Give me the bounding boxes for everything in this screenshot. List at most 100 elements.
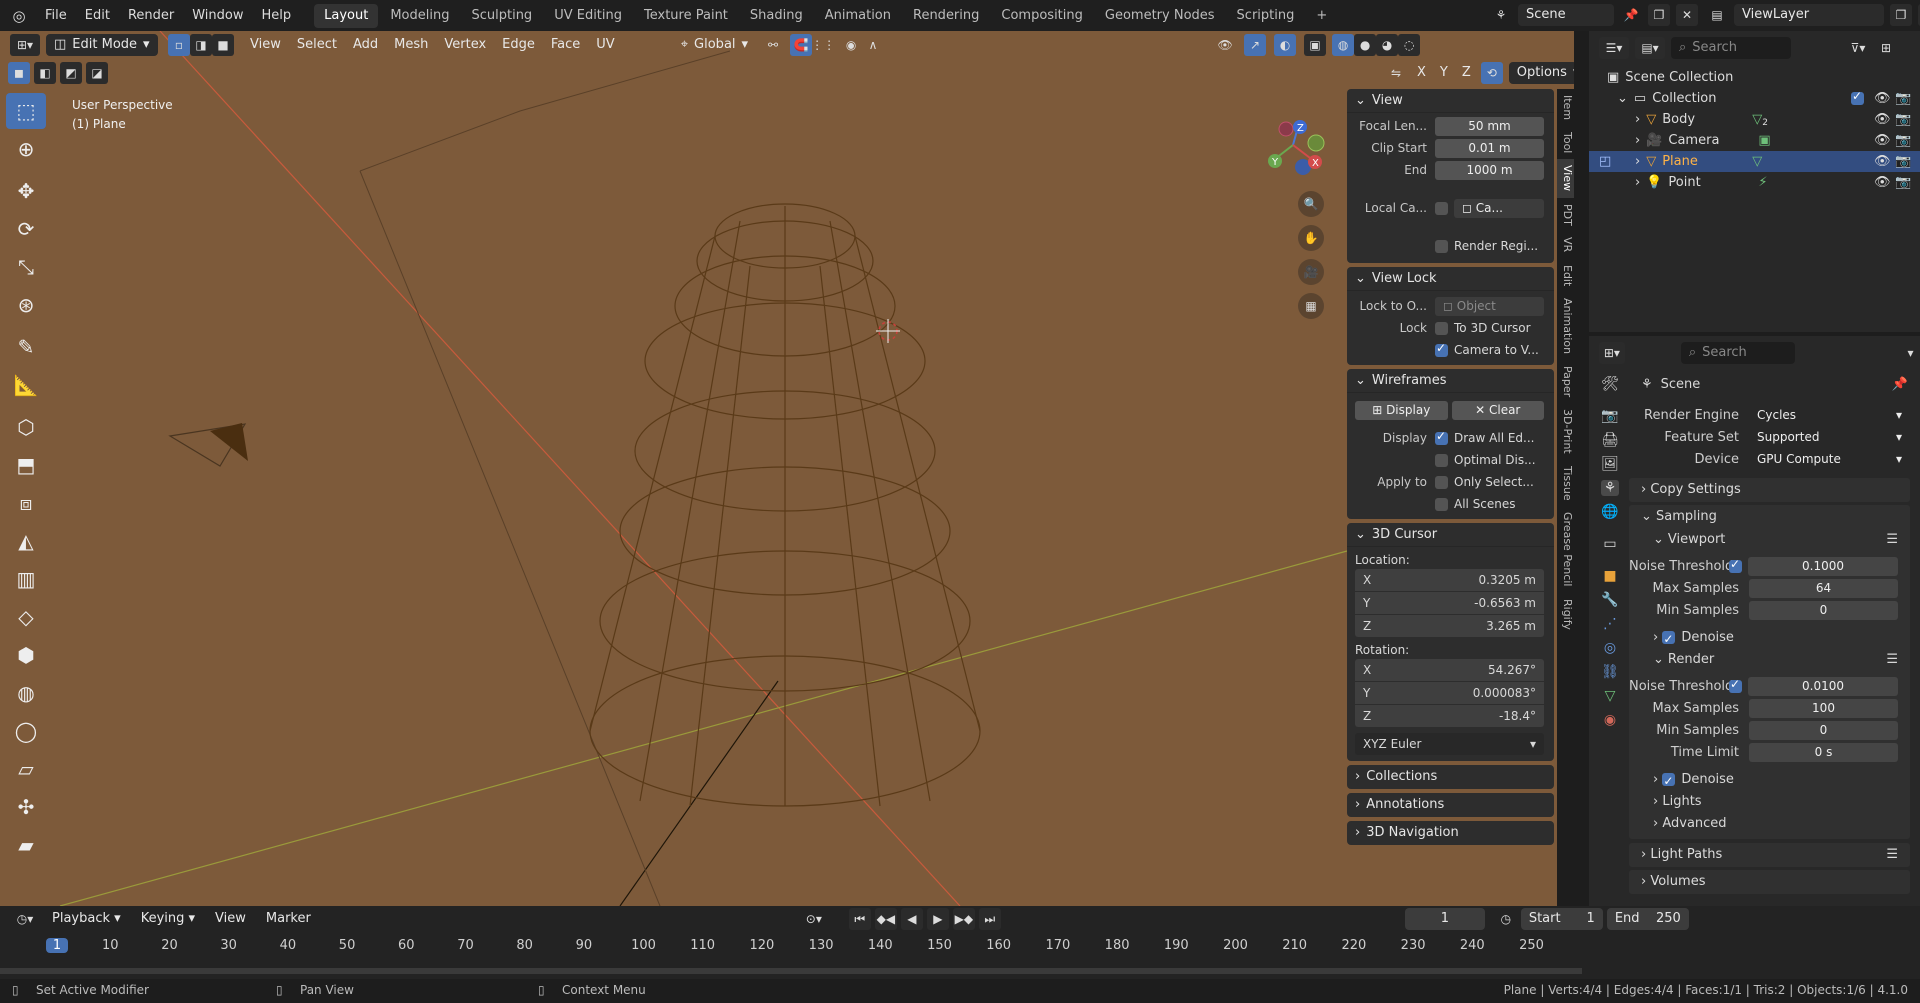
- menu-vertex[interactable]: Vertex: [436, 34, 494, 56]
- snap-icon[interactable]: 🧲: [790, 34, 813, 56]
- device-dropdown[interactable]: GPU Compute ▾: [1749, 449, 1908, 469]
- outliner-search[interactable]: ⌕ Search: [1671, 37, 1791, 59]
- pan-hand-icon[interactable]: ✋: [1298, 225, 1324, 251]
- measure-tool-icon[interactable]: 📐: [6, 367, 46, 403]
- tab-geometry-nodes[interactable]: Geometry Nodes: [1095, 4, 1225, 28]
- knife-tool-icon[interactable]: ◇: [6, 599, 46, 635]
- play-icon[interactable]: ▶: [926, 908, 949, 930]
- ortho-grid-icon[interactable]: ▦: [1298, 293, 1324, 319]
- timeline-editor-icon[interactable]: ◷▾: [10, 908, 40, 930]
- object-icon[interactable]: ■: [1603, 568, 1616, 584]
- edit-mode-indicator-icon[interactable]: ◰: [1599, 154, 1611, 169]
- inset-tool-icon[interactable]: ⧈: [6, 485, 46, 521]
- outliner-editor-icon[interactable]: ☰▾: [1599, 37, 1629, 59]
- falloff-icon[interactable]: ∧: [862, 34, 884, 56]
- clip-start-field[interactable]: 0.01 m: [1435, 138, 1544, 158]
- list-icon[interactable]: ☰: [1886, 649, 1898, 671]
- snap-target-icon[interactable]: ⋮⋮: [811, 34, 835, 56]
- menu-mesh[interactable]: Mesh: [386, 34, 436, 56]
- solid-shading-icon[interactable]: ●: [1354, 34, 1377, 56]
- delete-scene-icon[interactable]: ✕: [1676, 4, 1698, 26]
- current-frame-field[interactable]: 1: [1404, 908, 1485, 930]
- new-scene-icon[interactable]: ❐: [1648, 4, 1670, 26]
- tab-uv-editing[interactable]: UV Editing: [544, 4, 632, 28]
- spin-tool-icon[interactable]: ◍: [6, 675, 46, 711]
- tab-shading[interactable]: Shading: [740, 4, 813, 28]
- view-lock-header[interactable]: ⌄ View Lock: [1347, 267, 1554, 291]
- overlay-toggle-icon[interactable]: ◐: [1274, 34, 1297, 56]
- editor-type-icon[interactable]: ⊞▾: [10, 34, 40, 56]
- options-dropdown[interactable]: Options ▾: [1508, 62, 1574, 84]
- mode-dropdown[interactable]: ◫ Edit Mode ▾: [46, 34, 158, 56]
- menu-playback[interactable]: Playback ▾: [44, 908, 129, 930]
- tab-tissue[interactable]: Tissue: [1557, 460, 1574, 507]
- menu-keying[interactable]: Keying ▾: [133, 908, 203, 930]
- menu-add[interactable]: Add: [345, 34, 386, 56]
- zoom-icon[interactable]: 🔍: [1298, 191, 1324, 217]
- time-limit-field[interactable]: 0 s: [1749, 742, 1898, 762]
- transform-tool-icon[interactable]: ⊛: [6, 287, 46, 323]
- camera-render-icon[interactable]: 📷: [1895, 175, 1911, 190]
- current-frame-marker[interactable]: 1: [46, 938, 68, 953]
- material-shading-icon[interactable]: ◕: [1376, 34, 1399, 56]
- vertex-select-icon[interactable]: ▫: [168, 34, 190, 56]
- add-cube-tool-icon[interactable]: ⬡: [6, 409, 46, 445]
- modifier-icon[interactable]: 🔧: [1601, 592, 1618, 608]
- r-denoise-subsection[interactable]: › Denoise: [1629, 769, 1910, 792]
- transform-orientation-dropdown[interactable]: ⌖ Global ▾: [673, 34, 756, 56]
- scene-icon[interactable]: ⚘: [1490, 4, 1512, 26]
- poly-build-tool-icon[interactable]: ⬢: [6, 637, 46, 673]
- tab-animation-side[interactable]: Animation: [1557, 292, 1574, 360]
- viewlayer-icon[interactable]: ▤: [1706, 4, 1728, 26]
- select-subtract-icon[interactable]: ◩: [60, 62, 82, 84]
- tab-modeling[interactable]: Modeling: [380, 4, 459, 28]
- timeline-scrollbar[interactable]: [0, 968, 1582, 974]
- vp-noise-field[interactable]: 0.1000: [1748, 556, 1898, 576]
- proportional-edit-icon[interactable]: ◉: [840, 34, 862, 56]
- play-reverse-icon[interactable]: ◀: [900, 908, 923, 930]
- scene-icon[interactable]: ⚘: [1600, 480, 1620, 496]
- tab-texture-paint[interactable]: Texture Paint: [634, 4, 738, 28]
- render-subsection-header[interactable]: ⌄ Render ☰: [1629, 649, 1910, 671]
- tab-tool[interactable]: Tool: [1557, 126, 1574, 159]
- select-extend-icon[interactable]: ◧: [34, 62, 56, 84]
- extrude-tool-icon[interactable]: ⬒: [6, 447, 46, 483]
- outliner-item-point[interactable]: › 💡 Point ⚡ 👁 📷: [1589, 172, 1920, 193]
- wireframe-display-button[interactable]: ⊞ Display: [1355, 400, 1448, 420]
- sampling-header[interactable]: ⌄ Sampling: [1629, 505, 1910, 529]
- r-min-samples-field[interactable]: 0: [1749, 720, 1898, 740]
- rot-x-field[interactable]: 54.267°: [1383, 663, 1536, 677]
- add-workspace-icon[interactable]: +: [1306, 4, 1337, 28]
- viewport-subsection-header[interactable]: ⌄ Viewport ☰: [1629, 529, 1910, 551]
- clip-end-field[interactable]: 1000 m: [1435, 160, 1544, 180]
- constraints-icon[interactable]: ⛓: [1601, 664, 1619, 680]
- mirror-axis-z[interactable]: Z: [1458, 62, 1475, 84]
- blender-logo-icon[interactable]: ◎: [8, 5, 30, 27]
- edge-slide-tool-icon[interactable]: ▱: [6, 751, 46, 787]
- volumes-section[interactable]: › Volumes: [1629, 870, 1910, 894]
- local-camera-field[interactable]: ◻ Ca...: [1454, 198, 1544, 218]
- tab-scripting[interactable]: Scripting: [1227, 4, 1305, 28]
- lights-subsection[interactable]: › Lights: [1629, 791, 1910, 813]
- vp-min-samples-field[interactable]: 0: [1749, 600, 1898, 620]
- move-tool-icon[interactable]: ✥: [6, 173, 46, 209]
- jump-end-icon[interactable]: ⏭: [978, 908, 1001, 930]
- copy-settings-section[interactable]: › Copy Settings: [1629, 478, 1910, 502]
- camera-view-icon[interactable]: 🎥: [1298, 259, 1324, 285]
- camera-render-icon[interactable]: 📷: [1895, 154, 1911, 169]
- physics-icon[interactable]: ◎: [1604, 640, 1616, 656]
- properties-search[interactable]: ⌕ Search: [1680, 342, 1796, 364]
- frame-ruler[interactable]: 1 10 20 30 40 50 60 70 80 90 100 110 120 130 140 150 160…: [0, 936, 1920, 958]
- data-icon[interactable]: ▽: [1605, 688, 1616, 704]
- pin-icon[interactable]: 📌: [1620, 4, 1642, 26]
- mirror-axis-y[interactable]: Y: [1436, 62, 1452, 84]
- only-selected-checkbox[interactable]: [1435, 475, 1448, 489]
- menu-uv[interactable]: UV: [588, 34, 622, 56]
- world-icon[interactable]: 🌐: [1601, 504, 1618, 520]
- wireframe-shading-icon[interactable]: ◍: [1332, 34, 1355, 56]
- tab-sculpting[interactable]: Sculpting: [461, 4, 542, 28]
- list-icon[interactable]: ☰: [1886, 529, 1898, 551]
- xray-icon[interactable]: ▣: [1304, 34, 1327, 56]
- particles-icon[interactable]: ⋰: [1603, 616, 1617, 632]
- eye-icon[interactable]: 👁: [1874, 154, 1891, 169]
